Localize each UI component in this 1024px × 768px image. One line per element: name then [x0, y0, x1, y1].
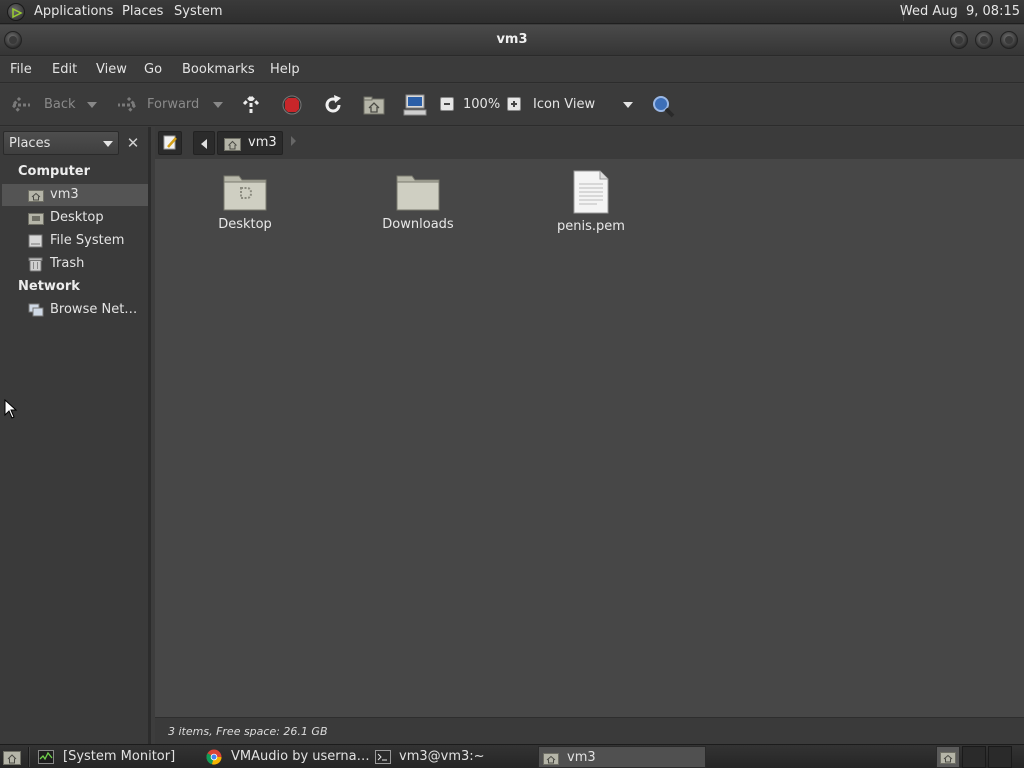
- view-mode-dropdown-icon[interactable]: [623, 102, 633, 108]
- menubar: File Edit View Go Bookmarks Help: [0, 57, 1024, 83]
- document-icon: [573, 170, 609, 214]
- sidebar-item-file-system[interactable]: File System: [2, 230, 148, 252]
- zoom-level[interactable]: 100%: [463, 97, 500, 112]
- sidebar-item-label: Browse Net…: [50, 302, 138, 317]
- search-icon[interactable]: [651, 94, 675, 118]
- task-label: [System Monitor]: [63, 749, 176, 764]
- sidebar-item-trash[interactable]: Trash: [2, 253, 148, 275]
- task-terminal[interactable]: vm3@vm3:~: [371, 746, 533, 768]
- breadcrumb-scroll-left-button[interactable]: [193, 131, 215, 155]
- view-mode-select[interactable]: Icon View: [533, 97, 595, 112]
- chrome-icon: [206, 749, 222, 765]
- task-system-monitor[interactable]: [System Monitor]: [34, 746, 196, 768]
- home-folder-icon: [940, 752, 956, 764]
- show-desktop-icon[interactable]: [3, 749, 21, 765]
- desktop-folder-icon: [223, 175, 267, 211]
- sidebar-item-label: File System: [50, 233, 125, 248]
- close-button[interactable]: [1000, 31, 1018, 49]
- network-icon: [28, 303, 44, 317]
- home-folder-icon[interactable]: [363, 95, 385, 115]
- task-label: VMAudio by userna…: [231, 749, 370, 764]
- breadcrumb-label: vm3: [248, 135, 277, 150]
- clock[interactable]: Wed Aug 9, 08:15: [900, 4, 1020, 19]
- status-bar: 3 items, Free space: 26.1 GB: [155, 717, 1024, 744]
- sidebar-item-label: vm3: [50, 187, 79, 202]
- sidebar-close-icon[interactable]: ✕: [123, 132, 143, 154]
- window-titlebar[interactable]: vm3: [0, 25, 1024, 56]
- desktop-folder-icon: [28, 213, 44, 225]
- task-chrome[interactable]: VMAudio by userna…: [202, 746, 370, 768]
- sidebar-heading-network: Network: [18, 279, 80, 294]
- terminal-icon: [375, 750, 391, 764]
- file-item-desktop[interactable]: Desktop: [190, 170, 300, 232]
- reload-icon[interactable]: [322, 94, 344, 116]
- sidebar-item-label: Desktop: [50, 210, 104, 225]
- forward-arrow-icon[interactable]: [114, 95, 138, 115]
- back-history-dropdown-icon[interactable]: [87, 102, 97, 108]
- sidebar-item-label: Trash: [50, 256, 85, 271]
- mouse-cursor-icon: [4, 399, 18, 419]
- bottom-panel: [System Monitor] VMAudio by userna… vm3@…: [0, 744, 1024, 768]
- menu-bookmarks[interactable]: Bookmarks: [182, 62, 255, 77]
- menu-go[interactable]: Go: [144, 62, 162, 77]
- forward-button-label[interactable]: Forward: [147, 97, 199, 112]
- sidebar-item-vm3[interactable]: vm3: [2, 184, 148, 206]
- workspace-switcher-2[interactable]: [962, 746, 986, 768]
- menu-edit[interactable]: Edit: [52, 62, 77, 77]
- forward-history-dropdown-icon[interactable]: [213, 102, 223, 108]
- task-label: vm3: [567, 750, 596, 765]
- menu-file[interactable]: File: [10, 62, 32, 77]
- file-item-downloads[interactable]: Downloads: [363, 170, 473, 232]
- folder-icon: [396, 175, 440, 211]
- pencil-icon: [163, 135, 177, 150]
- back-button-label[interactable]: Back: [44, 97, 76, 112]
- home-folder-icon: [543, 753, 559, 765]
- zoom-in-icon[interactable]: [507, 97, 521, 111]
- menu-places[interactable]: Places: [122, 4, 163, 19]
- location-bar: vm3: [155, 127, 1024, 159]
- trash-icon: [28, 257, 43, 272]
- sidebar-item-desktop[interactable]: Desktop: [2, 207, 148, 229]
- sidebar-places-selector[interactable]: Places: [3, 131, 119, 155]
- panel-separator: [28, 747, 30, 767]
- menu-system[interactable]: System: [174, 4, 222, 19]
- up-arrow-icon[interactable]: [240, 94, 262, 116]
- breadcrumb-vm3[interactable]: vm3: [217, 131, 283, 155]
- sidebar: Places ✕ Computer vm3 Desktop File Syste…: [0, 127, 151, 744]
- menu-view[interactable]: View: [96, 62, 127, 77]
- minimize-button[interactable]: [950, 31, 968, 49]
- maximize-button[interactable]: [975, 31, 993, 49]
- file-name: Desktop: [218, 217, 272, 232]
- breadcrumb-scroll-right-button[interactable]: [291, 136, 296, 146]
- home-folder-icon: [28, 190, 44, 202]
- computer-icon[interactable]: [403, 94, 427, 116]
- status-text: 3 items, Free space: 26.1 GB: [168, 725, 328, 738]
- chevron-down-icon: [103, 141, 113, 147]
- drive-icon: [28, 234, 43, 248]
- task-label: vm3@vm3:~: [399, 749, 485, 764]
- file-view[interactable]: Desktop Downloads penis.pem: [155, 159, 1024, 717]
- home-folder-icon: [224, 138, 241, 151]
- file-name: Downloads: [382, 217, 454, 232]
- zoom-out-icon[interactable]: [440, 97, 454, 111]
- sidebar-item-browse-network[interactable]: Browse Net…: [2, 299, 148, 321]
- sidebar-heading-computer: Computer: [18, 164, 91, 179]
- system-monitor-icon: [38, 750, 54, 764]
- toolbar: Back Forward 100% Icon View: [0, 84, 1024, 126]
- toggle-location-entry-button[interactable]: [158, 131, 182, 155]
- workspace-switcher-3[interactable]: [988, 746, 1012, 768]
- task-vm3-file-browser[interactable]: vm3: [538, 746, 706, 768]
- menu-applications[interactable]: Applications: [34, 4, 113, 19]
- file-name: penis.pem: [557, 219, 625, 234]
- window-title: vm3: [496, 32, 528, 47]
- file-item-penis-pem[interactable]: penis.pem: [536, 170, 646, 234]
- top-panel: Applications Places System Wed Aug 9, 08…: [0, 0, 1024, 24]
- workspace-switcher-1[interactable]: [936, 746, 960, 768]
- sidebar-selector-label: Places: [9, 136, 51, 151]
- menu-help[interactable]: Help: [270, 62, 300, 77]
- stop-icon[interactable]: [282, 95, 302, 115]
- back-arrow-icon[interactable]: [10, 95, 34, 115]
- gnome-foot-logo-icon[interactable]: [7, 3, 25, 21]
